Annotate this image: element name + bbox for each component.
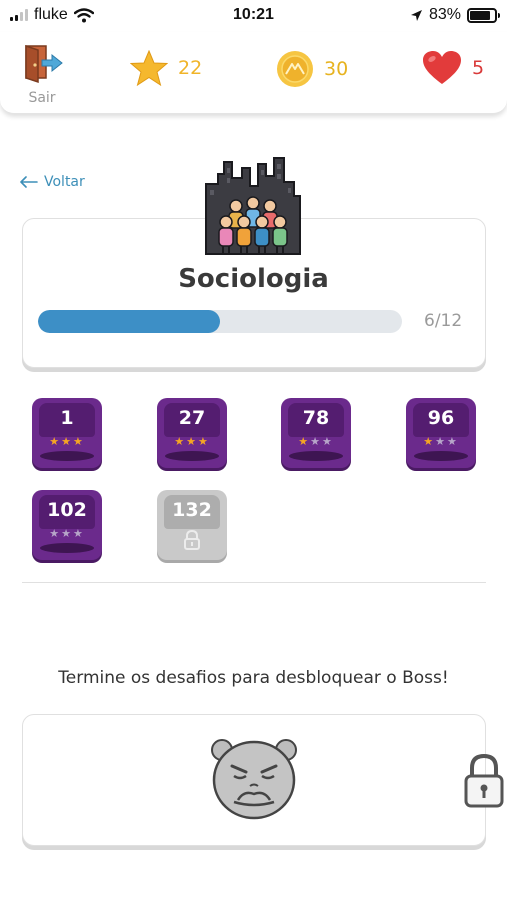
exit-label: Sair — [28, 90, 56, 106]
progress-bar — [38, 310, 402, 333]
location-arrow-icon — [410, 9, 422, 21]
boss-unlock-message: Termine os desafios para desbloquear o B… — [58, 668, 449, 688]
status-right: 83% — [410, 6, 500, 24]
star-icon — [130, 50, 168, 86]
battery-icon — [467, 7, 500, 23]
top-bar: Sair 22 30 5 — [0, 32, 507, 114]
level-number: 132 — [172, 499, 212, 521]
level-number: 102 — [47, 499, 87, 521]
stars-counter: 22 — [130, 50, 202, 86]
level-stars: ★★★ — [174, 435, 210, 448]
level-tile[interactable]: 78 ★★★ — [281, 398, 351, 468]
progress-fill — [38, 310, 220, 333]
status-bar: fluke 10:21 83% — [0, 0, 507, 32]
boss-face-icon — [211, 739, 297, 820]
exit-door-icon — [25, 44, 63, 84]
level-stars: ★★★ — [423, 435, 459, 448]
heart-icon — [423, 51, 461, 84]
coins-counter: 30 — [276, 50, 348, 88]
back-label: Voltar — [44, 174, 85, 190]
level-tile[interactable]: 27 ★★★ — [157, 398, 227, 468]
coins-count: 30 — [324, 58, 349, 80]
subject-title: Sociologia — [178, 264, 329, 294]
locked-level-tile[interactable]: 132 — [157, 490, 227, 560]
boss-lock-icon — [464, 753, 504, 808]
level-stars: ★★★ — [49, 527, 85, 540]
lives-counter: 5 — [422, 50, 484, 86]
progress-text: 6/12 — [424, 311, 463, 331]
battery-percent: 83% — [428, 6, 461, 23]
lives-count: 5 — [472, 57, 485, 79]
level-stars: ★★★ — [298, 435, 334, 448]
arrow-left-icon — [20, 176, 38, 188]
level-stars: ★★★ — [49, 435, 85, 448]
level-number: 27 — [178, 407, 206, 429]
level-number: 78 — [302, 407, 330, 429]
stars-count: 22 — [178, 57, 203, 79]
level-tile[interactable]: 96 ★★★ — [406, 398, 476, 468]
lock-icon — [184, 530, 200, 550]
coin-icon — [277, 51, 313, 87]
back-button[interactable]: Voltar — [20, 174, 85, 190]
level-tile[interactable]: 1 ★★★ — [32, 398, 102, 468]
level-number: 1 — [60, 407, 74, 429]
level-number: 96 — [427, 407, 455, 429]
exit-button[interactable]: Sair — [18, 40, 66, 106]
level-select-screen: fluke 10:21 83% Sair 22 30 5 Voltar Soci… — [0, 0, 507, 900]
level-tile[interactable]: 102 ★★★ — [32, 490, 102, 560]
sociology-icon — [205, 157, 301, 255]
divider — [22, 582, 486, 583]
